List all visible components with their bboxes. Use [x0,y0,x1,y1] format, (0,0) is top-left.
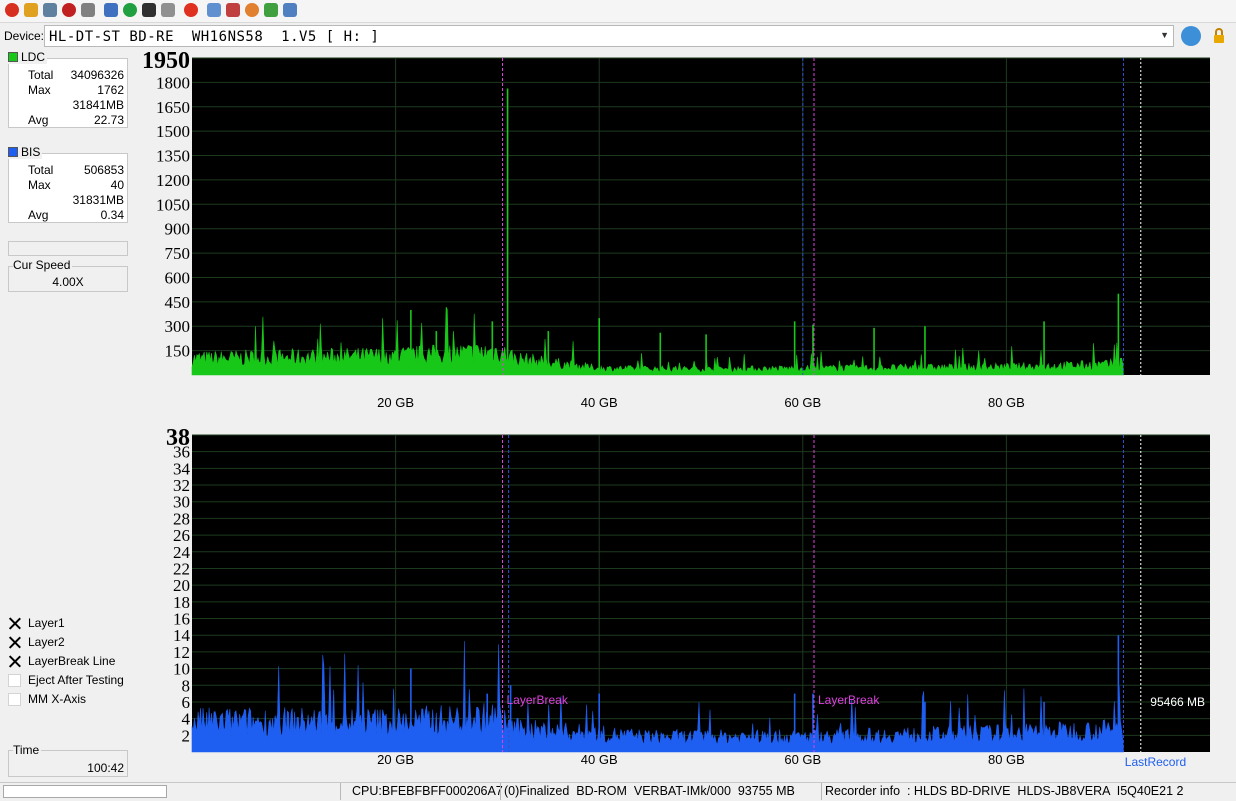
y-tick-label: 2 [182,726,191,745]
status-separator [340,783,341,800]
y-tick-label: 8 [182,676,191,695]
y-tick-label: 4 [182,710,191,729]
y-tick-label: 1800 [156,73,190,92]
x-tick-label: 80 GB [988,752,1025,767]
y-tick-label: 750 [165,244,191,263]
y-tick-label: 30 [173,493,190,512]
y-tick-label: 32 [173,476,190,495]
status-disc: (0)Finalized BD-ROM VERBAT-IMk/000 93755… [504,784,795,798]
y-tick-label: 10 [173,660,190,679]
y-tick-label: 14 [173,626,191,645]
status-recorder: Recorder info : HLDS BD-DRIVE HLDS-JB8VE… [825,784,1184,798]
y-tick-label: 34 [173,459,191,478]
layer-break-label: LayerBreak [506,693,568,707]
disc-size-label: 95466 MB [1150,695,1205,709]
y-tick-label: 24 [173,543,191,562]
x-tick-label: 20 GB [377,395,414,410]
y-tick-label: 900 [165,220,191,239]
y-tick-label: 12 [173,643,190,662]
y-tick-label: 20 [173,576,190,595]
y-tick-label: 22 [173,559,190,578]
plot-background [192,58,1210,375]
y-tick-label: 6 [182,693,191,712]
x-tick-label: 60 GB [784,752,821,767]
y-tick-label: 1950 [142,48,190,74]
y-tick-label: 16 [173,610,190,629]
status-separator [500,783,501,800]
status-separator [821,783,822,800]
status-bar: CPU:BFEBFBFF000206A7 (0)Finalized BD-ROM… [0,782,1236,801]
y-tick-label: 1350 [156,147,190,166]
bis-chart: LayerBreak LayerBreak 95466 MBLastRecord24… [166,425,1210,769]
y-tick-label: 450 [165,293,191,312]
y-tick-label: 28 [173,509,190,528]
status-cpu: CPU:BFEBFBFF000206A7 [352,784,503,798]
progress-bar [3,785,167,798]
y-tick-label: 38 [166,425,190,451]
x-tick-label: 40 GB [581,752,618,767]
y-tick-label: 1650 [156,98,190,117]
y-tick-label: 1050 [156,195,190,214]
ldc-chart: 150 300 450 600 750 900 1050 1200 1350 1500 1650 18… [142,48,1210,410]
x-tick-label: 40 GB [581,395,618,410]
x-tick-label: 20 GB [377,752,414,767]
charts-area: 150 300 450 600 750 900 1050 1200 1350 1500 1650 18… [142,48,1210,769]
y-tick-label: 26 [173,526,190,545]
y-tick-label: 1500 [156,122,190,141]
x-tick-label: 60 GB [784,395,821,410]
y-tick-label: 300 [165,317,191,336]
y-tick-label: 1200 [156,171,190,190]
y-tick-label: 150 [165,342,191,361]
last-record-label: LastRecord [1125,755,1186,769]
y-tick-label: 18 [173,593,190,612]
layer-break-label: LayerBreak [818,693,880,707]
x-tick-label: 80 GB [988,395,1025,410]
y-tick-label: 600 [165,268,191,287]
